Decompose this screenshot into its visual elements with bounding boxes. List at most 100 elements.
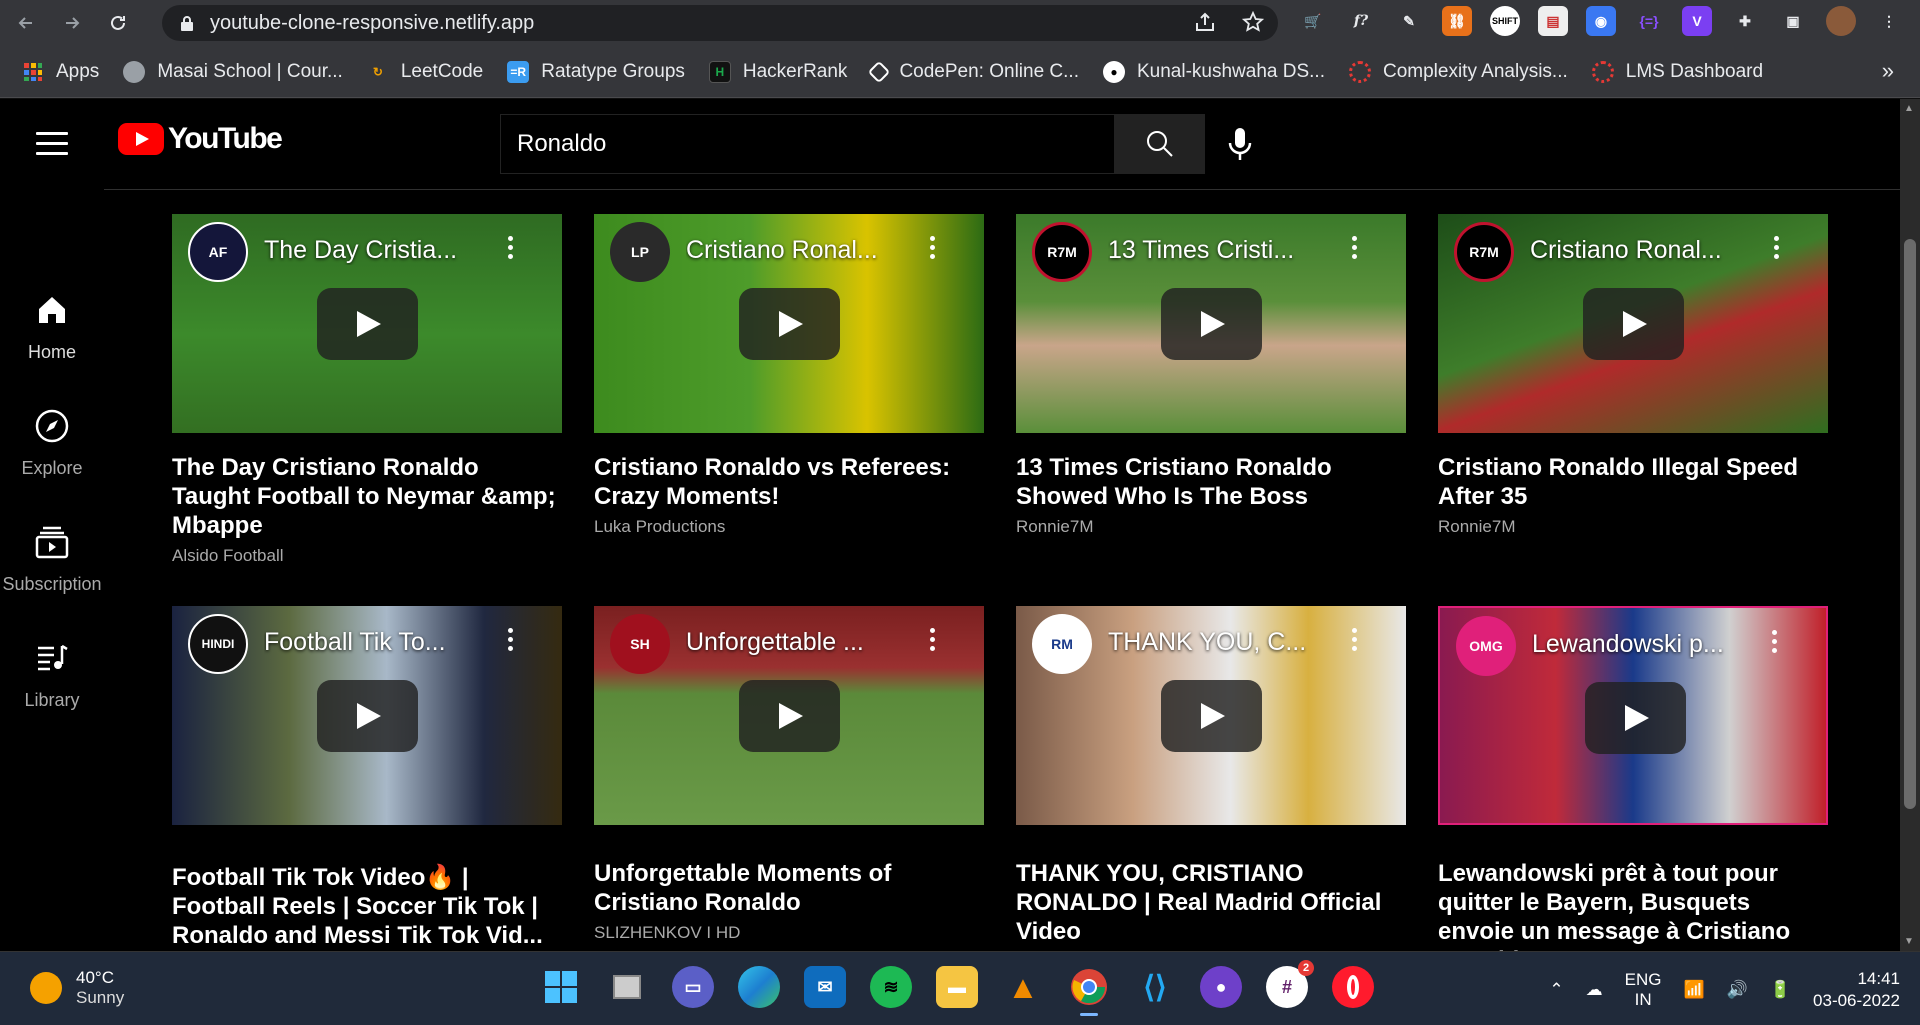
play-button-icon[interactable] (317, 288, 418, 360)
mail-icon[interactable]: ✉ (804, 966, 846, 1008)
more-options-icon[interactable] (930, 236, 936, 262)
more-options-icon[interactable] (1772, 630, 1778, 656)
scroll-up-arrow-icon[interactable]: ▲ (1904, 103, 1914, 114)
screen-capture-extension-icon[interactable]: ◉ (1586, 6, 1616, 36)
opera-icon[interactable] (1332, 966, 1374, 1008)
play-button-icon[interactable] (739, 288, 840, 360)
play-button-icon[interactable] (1161, 680, 1262, 752)
voice-search-button[interactable] (1214, 116, 1266, 172)
channel-name[interactable]: Ronnie7M (1016, 517, 1406, 537)
scrollbar-thumb[interactable] (1904, 239, 1916, 809)
video-card[interactable]: SH Unforgettable ... Unforgettable Momen… (594, 606, 984, 943)
bookmark-hackerrank[interactable]: H HackerRank (708, 60, 847, 83)
play-button-icon[interactable] (1583, 288, 1684, 360)
channel-avatar[interactable]: SH (610, 614, 670, 674)
channel-name[interactable]: Ronnie7M (1438, 517, 1828, 537)
channel-avatar[interactable]: R7M (1032, 222, 1092, 282)
bookmarks-overflow-button[interactable]: » (1882, 58, 1894, 84)
sidebar-item-explore[interactable]: Explore (0, 406, 104, 479)
page-scrollbar[interactable]: ▲ ▼ (1900, 99, 1920, 951)
bookmark-kunal[interactable]: ● Kunal-kushwaha DS... (1102, 60, 1325, 83)
side-panel-icon[interactable]: ▣ (1778, 6, 1808, 36)
video-title[interactable]: 13 Times Cristiano Ronaldo Showed Who Is… (1016, 453, 1406, 511)
file-explorer-icon[interactable]: ▬ (936, 966, 978, 1008)
teams-chat-icon[interactable]: ▭ (672, 966, 714, 1008)
more-options-icon[interactable] (508, 628, 514, 654)
video-title[interactable]: Cristiano Ronaldo vs Referees: Crazy Mom… (594, 453, 984, 511)
code-extension-icon[interactable]: {=} (1634, 6, 1664, 36)
chevron-up-icon[interactable]: ⌃ (1549, 980, 1563, 1000)
bookmark-apps[interactable]: Apps (22, 61, 99, 83)
bookmark-codepen[interactable]: CodePen: Online C... (868, 60, 1079, 83)
spotify-icon[interactable]: ≋ (870, 966, 912, 1008)
video-title[interactable]: The Day Cristiano Ronaldo Taught Footbal… (172, 453, 562, 540)
sidebar-item-library[interactable]: Library (0, 638, 104, 711)
weather-widget[interactable]: 40°C Sunny (30, 968, 124, 1008)
search-button[interactable] (1115, 114, 1205, 174)
back-button[interactable] (6, 3, 46, 43)
volume-icon[interactable]: 🔊 (1727, 980, 1748, 1000)
profile-avatar[interactable] (1826, 6, 1856, 36)
forward-button[interactable] (52, 3, 92, 43)
more-options-icon[interactable] (1352, 236, 1358, 262)
v-extension-icon[interactable]: V (1682, 6, 1712, 36)
video-title[interactable]: Cristiano Ronaldo Illegal Speed After 35 (1438, 453, 1828, 511)
bookmark-ratatype[interactable]: =R Ratatype Groups (507, 60, 685, 83)
video-card[interactable]: OMG Lewandowski p... Lewandowski prêt à … (1438, 606, 1828, 951)
vlc-icon[interactable]: ▲ (1002, 966, 1044, 1008)
video-thumbnail[interactable]: HINDI Football Tik To... (172, 606, 562, 825)
shift-click-extension-icon[interactable]: SHIFT (1490, 6, 1520, 36)
clock[interactable]: 14:41 03-06-2022 (1813, 968, 1900, 1012)
battery-icon[interactable]: 🔋 (1770, 980, 1791, 1000)
language-indicator[interactable]: ENG IN (1625, 970, 1662, 1010)
video-card[interactable]: AF The Day Cristia... The Day Cristiano … (172, 214, 562, 566)
search-input[interactable] (501, 130, 1114, 158)
video-title[interactable]: Football Tik Tok Video🔥 | Football Reels… (172, 863, 562, 950)
video-thumbnail[interactable]: RM THANK YOU, C... (1016, 606, 1406, 825)
bookmark-lms[interactable]: LMS Dashboard (1591, 60, 1763, 83)
menu-hamburger-icon[interactable] (36, 132, 68, 155)
slack-icon[interactable]: # 2 (1266, 960, 1314, 1008)
task-view-icon[interactable] (606, 966, 648, 1008)
channel-name[interactable]: Alsido Football (172, 546, 562, 566)
edge-icon[interactable] (738, 966, 780, 1008)
onedrive-cloud-icon[interactable]: ☁ (1586, 980, 1603, 1000)
video-card[interactable]: RM THANK YOU, C... THANK YOU, CRISTIANO … (1016, 606, 1406, 946)
more-options-icon[interactable] (1774, 236, 1780, 262)
video-thumbnail[interactable]: R7M 13 Times Cristi... (1016, 214, 1406, 433)
youtube-logo[interactable]: YouTube (118, 122, 283, 156)
more-options-icon[interactable] (1352, 628, 1358, 654)
bookmark-star-icon[interactable] (1241, 10, 1265, 39)
video-thumbnail[interactable]: AF The Day Cristia... (172, 214, 562, 433)
play-button-icon[interactable] (739, 680, 840, 752)
channel-avatar[interactable]: LP (610, 222, 670, 282)
notes-extension-icon[interactable]: ▤ (1538, 6, 1568, 36)
puzzle-extensions-icon[interactable]: ✚ (1730, 6, 1760, 36)
sidebar-item-home[interactable]: Home (0, 290, 104, 363)
address-bar[interactable]: youtube-clone-responsive.netlify.app (162, 5, 1278, 41)
vscode-icon[interactable]: ⟨⟩ (1134, 966, 1176, 1008)
cart-extension-icon[interactable]: 🛒 (1298, 6, 1328, 36)
link-extension-icon[interactable]: ⛓ (1442, 6, 1472, 36)
channel-avatar[interactable]: R7M (1454, 222, 1514, 282)
video-title[interactable]: Unforgettable Moments of Cristiano Ronal… (594, 859, 984, 917)
video-title[interactable]: THANK YOU, CRISTIANO RONALDO | Real Madr… (1016, 859, 1406, 946)
channel-name[interactable]: SLIZHENKOV I HD (594, 923, 984, 943)
scroll-down-arrow-icon[interactable]: ▼ (1904, 936, 1914, 947)
video-card[interactable]: R7M Cristiano Ronal... Cristiano Ronaldo… (1438, 214, 1828, 537)
video-card[interactable]: HINDI Football Tik To... Football Tik To… (172, 606, 562, 950)
video-thumbnail[interactable]: LP Cristiano Ronal... (594, 214, 984, 433)
chrome-icon[interactable] (1068, 966, 1110, 1016)
channel-avatar[interactable]: AF (188, 222, 248, 282)
bookmark-leetcode[interactable]: ↻ LeetCode (367, 61, 483, 83)
bookmark-masai[interactable]: Masai School | Cour... (123, 60, 343, 83)
video-card[interactable]: LP Cristiano Ronal... Cristiano Ronaldo … (594, 214, 984, 537)
pen-extension-icon[interactable]: ✎ (1394, 6, 1424, 36)
video-thumbnail[interactable]: R7M Cristiano Ronal... (1438, 214, 1828, 433)
more-options-icon[interactable] (508, 236, 514, 262)
play-button-icon[interactable] (1585, 682, 1686, 754)
video-card[interactable]: R7M 13 Times Cristi... 13 Times Cristian… (1016, 214, 1406, 537)
reload-button[interactable] (98, 3, 138, 43)
formula-extension-icon[interactable]: f? (1346, 6, 1376, 36)
play-button-icon[interactable] (1161, 288, 1262, 360)
